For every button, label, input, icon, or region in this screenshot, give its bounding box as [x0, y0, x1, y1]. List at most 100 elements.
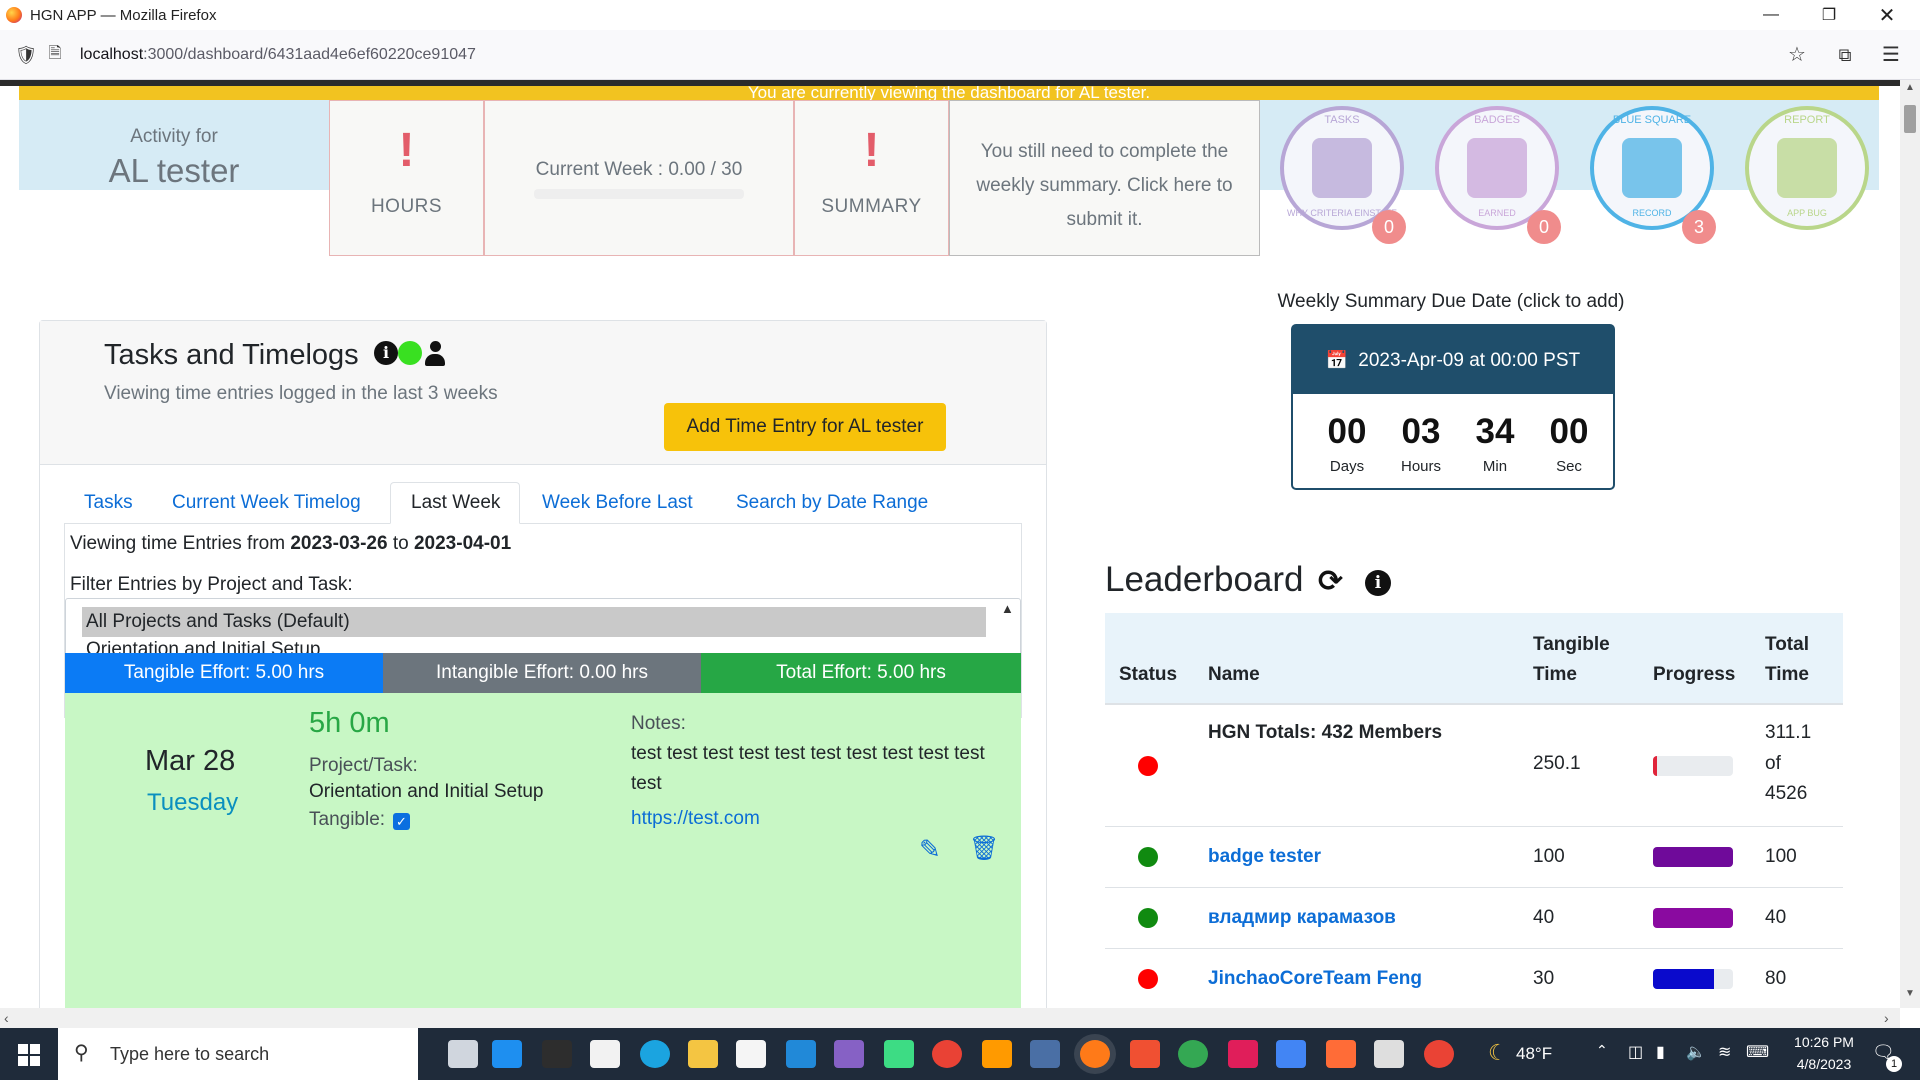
viewing-prefix: Viewing time Entries from	[70, 533, 286, 554]
member-total: 40	[1765, 907, 1787, 928]
illustrator-icon[interactable]	[982, 1040, 1012, 1068]
app-icon[interactable]	[1030, 1040, 1060, 1068]
mail-icon[interactable]	[492, 1040, 522, 1068]
refresh-icon[interactable]: ⟳	[1318, 564, 1343, 599]
member-progress	[1653, 908, 1733, 928]
tab-current-week[interactable]: Current Week Timelog	[172, 492, 361, 514]
due-date-label[interactable]: Weekly Summary Due Date (click to add)	[1246, 291, 1656, 313]
git-icon[interactable]	[1130, 1040, 1160, 1068]
tab-week-before-last[interactable]: Week Before Last	[542, 492, 693, 514]
countdown-days: 00 Days	[1317, 412, 1377, 475]
summary-box[interactable]: ! SUMMARY	[794, 100, 949, 256]
url-path: :3000/dashboard/6431aad4e6ef60220ce91047	[143, 46, 476, 63]
delete-icon[interactable]: 🗑	[969, 835, 999, 863]
badge-icon	[1777, 138, 1837, 198]
entry-tangible-label: Tangible:	[309, 809, 386, 830]
chrome-alt-icon[interactable]	[1178, 1040, 1208, 1068]
days-value: 00	[1327, 412, 1367, 451]
leaderboard-info-icon[interactable]: i	[1365, 570, 1391, 596]
select-scroll-up-icon[interactable]: ▲	[1001, 601, 1014, 616]
filter-option-default[interactable]: All Projects and Tasks (Default)	[82, 607, 986, 637]
leaderboard-row: владмир карамазов 40 40	[1105, 888, 1843, 949]
store-icon[interactable]	[736, 1040, 766, 1068]
badge-subtitle: APP BUG	[1787, 208, 1827, 218]
postman-icon[interactable]	[1326, 1040, 1356, 1068]
totals-total-1: 311.1	[1765, 722, 1812, 743]
firefox-icon[interactable]	[1080, 1040, 1110, 1068]
vscode-icon[interactable]	[786, 1040, 816, 1068]
scroll-thumb[interactable]	[1904, 105, 1916, 133]
bookmark-star-icon[interactable]: ☆	[1786, 44, 1808, 66]
battery-icon[interactable]: ▮	[1656, 1042, 1665, 1062]
tab-tasks[interactable]: Tasks	[84, 492, 133, 514]
current-week-progress	[534, 189, 744, 199]
date-to: 2023-04-01	[413, 533, 512, 554]
add-time-entry-button[interactable]: Add Time Entry for AL tester	[664, 403, 946, 451]
notification-count: 1	[1886, 1056, 1902, 1072]
tangible-checkbox[interactable]: ✓	[393, 813, 410, 830]
chat-icon[interactable]	[1374, 1040, 1404, 1068]
hours-box[interactable]: ! HOURS	[329, 100, 484, 256]
visual-studio-icon[interactable]	[834, 1040, 864, 1068]
menu-icon[interactable]: ☰	[1880, 44, 1902, 66]
task-view-icon[interactable]	[448, 1040, 478, 1068]
weather-icon: ☾	[1488, 1040, 1508, 1065]
chrome-profile-icon[interactable]	[1424, 1040, 1454, 1068]
weather-temp[interactable]: 48°F	[1516, 1044, 1552, 1064]
taskbar-date[interactable]: 4/8/2023	[1784, 1056, 1864, 1072]
scroll-down-icon[interactable]: ▼	[1905, 988, 1915, 999]
taskbar-search[interactable]: ⚲ Type here to search	[58, 1028, 418, 1080]
extensions-icon[interactable]: ⧉	[1834, 44, 1856, 66]
tray-icon[interactable]: ◫	[1628, 1042, 1643, 1062]
tab-date-range[interactable]: Search by Date Range	[736, 492, 928, 514]
horizontal-scrollbar[interactable]: ‹ ›	[0, 1008, 1900, 1028]
viewing-notice: You are currently viewing the dashboard …	[19, 86, 1879, 100]
tray-chevron-icon[interactable]: ⌃	[1596, 1042, 1608, 1059]
edit-icon[interactable]: ✎	[919, 835, 949, 863]
member-name[interactable]: владмир карамазов	[1208, 907, 1396, 929]
shield-icon[interactable]: 🛡	[10, 45, 42, 66]
due-date-value: 2023-Apr-09 at 00:00 PST	[1358, 350, 1581, 371]
due-date-widget[interactable]: 📅 2023-Apr-09 at 00:00 PST 00 Days 03 Hou…	[1291, 324, 1615, 490]
badge-icon	[1622, 138, 1682, 198]
entry-link[interactable]: https://test.com	[631, 808, 760, 830]
taskbar-time[interactable]: 10:26 PM	[1784, 1034, 1864, 1050]
minimize-button[interactable]: —	[1742, 0, 1800, 30]
scroll-right-icon[interactable]: ›	[1884, 1010, 1889, 1026]
slack-icon[interactable]	[1228, 1040, 1258, 1068]
restore-button[interactable]: ❐	[1800, 0, 1858, 30]
terminal-icon[interactable]	[542, 1040, 572, 1068]
chrome-icon[interactable]	[932, 1040, 962, 1068]
status-dot	[1138, 908, 1158, 928]
col-status: Status	[1119, 664, 1178, 685]
wifi-icon[interactable]: ≋	[1718, 1042, 1731, 1062]
status-dot	[1138, 969, 1158, 989]
android-studio-icon[interactable]	[884, 1040, 914, 1068]
tab-last-week[interactable]: Last Week	[411, 492, 500, 514]
file-explorer-icon[interactable]	[688, 1040, 718, 1068]
close-window-button[interactable]: ✕	[1858, 0, 1916, 30]
time-entry-card: Mar 28 Tuesday 5h 0m Project/Task: Orien…	[65, 693, 1021, 1008]
volume-icon[interactable]: 🔈	[1686, 1042, 1706, 1062]
summary-message-box[interactable]: You still need to complete the weekly su…	[949, 100, 1260, 256]
badge-3[interactable]: REPORT APP BUG	[1745, 106, 1869, 230]
scroll-left-icon[interactable]: ‹	[4, 1010, 9, 1026]
member-name[interactable]: JinchaoCoreTeam Feng	[1208, 968, 1422, 990]
start-icon[interactable]	[18, 1044, 40, 1066]
member-total: 100	[1765, 846, 1797, 867]
info-icon[interactable]: i	[374, 341, 398, 365]
scroll-up-icon[interactable]: ▲	[1905, 82, 1915, 93]
notepad-icon[interactable]	[590, 1040, 620, 1068]
vertical-scrollbar[interactable]: ▲ ▼	[1900, 80, 1920, 1008]
user-icon[interactable]	[424, 341, 446, 367]
col-tangible-1: Tangible	[1533, 634, 1610, 655]
edge-icon[interactable]	[640, 1040, 670, 1068]
docs-icon[interactable]	[1276, 1040, 1306, 1068]
status-green-icon	[398, 341, 422, 365]
keyboard-icon[interactable]: ⌨	[1746, 1042, 1769, 1062]
member-name[interactable]: badge tester	[1208, 846, 1321, 868]
dashboard-banner: Activity for AL tester ! HOURS Current W…	[19, 86, 1879, 256]
badge-icon	[1467, 138, 1527, 198]
url-bar[interactable]: 🛡 🗎 localhost:3000/dashboard/6431aad4e6e…	[10, 38, 1810, 72]
sec-value: 00	[1549, 412, 1589, 451]
